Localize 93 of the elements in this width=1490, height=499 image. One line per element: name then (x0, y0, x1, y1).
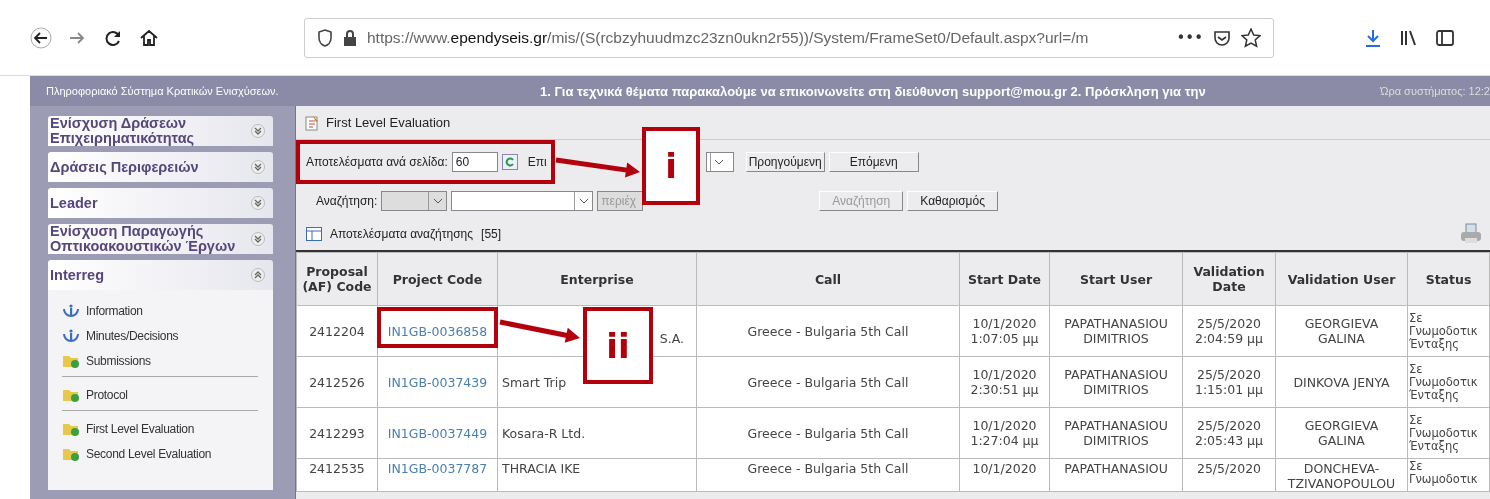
menu-item[interactable]: Second Level Evaluation (62, 441, 273, 466)
info-icon (62, 302, 80, 319)
column-header[interactable]: Validation User (1275, 252, 1408, 306)
page-size-label: Αποτελέσματα ανά σελίδα: (306, 155, 448, 169)
callout-label: i (642, 127, 700, 205)
menu-section-header[interactable]: Leader (48, 188, 273, 218)
column-header[interactable]: Status (1407, 252, 1490, 306)
expand-icon[interactable] (251, 124, 265, 138)
next-button[interactable]: Επόμενη (828, 152, 919, 172)
table-cell: 25/5/2020 1:15:01 μμ (1182, 356, 1276, 408)
project-code-link[interactable]: IN1GB-0037439 (377, 356, 498, 408)
announcement-text: 1. Για τεχνικά θέματα παρακαλούμε να επικοινωνείτε στη διεύθυνση support@mou.gr 2. Πρόσκληση για την (540, 83, 1207, 99)
table-cell: 10/1/2020 (959, 458, 1050, 492)
menu-item[interactable]: Submissions (62, 348, 273, 373)
table-cell: 2412293 (296, 407, 378, 459)
page-dropdown[interactable] (705, 152, 734, 172)
table-cell: PAPATHANASIOU (1049, 458, 1183, 492)
previous-button[interactable]: Προηγούμενη (745, 152, 825, 172)
menu-item[interactable]: Protocol (62, 382, 273, 407)
table-cell: GEORGIEVA GALINA (1275, 407, 1408, 459)
star-icon[interactable] (1241, 27, 1261, 48)
column-header[interactable]: Enterprise (497, 252, 697, 306)
column-header[interactable]: Project Code (377, 252, 498, 306)
table-cell: 10/1/2020 1:07:05 μμ (959, 305, 1050, 357)
table-cell: DONCHEVA-TZIVANOPOULOU (1275, 458, 1408, 492)
menu-section-header[interactable]: Δράσεις Περιφερειών (48, 152, 273, 182)
table-cell: Greece - Bulgaria 5th Call (696, 407, 960, 459)
table-cell: 25/5/2020 2:05:43 μμ (1182, 407, 1276, 459)
caret-icon[interactable] (432, 198, 443, 204)
table-cell: Greece - Bulgaria 5th Call (696, 305, 960, 357)
table-cell: Kosara-R Ltd. (497, 407, 697, 459)
page-size-field[interactable]: 60 (451, 152, 498, 172)
table-cell: 25/5/2020 (1182, 458, 1276, 492)
table-cell: DINKOVA JENYA (1275, 356, 1408, 408)
lock-icon[interactable] (343, 29, 357, 46)
expand-icon[interactable] (251, 232, 265, 246)
column-header[interactable]: Proposal (AF) Code (296, 252, 378, 306)
value-dropdown[interactable] (451, 191, 594, 211)
table-cell: Σε Γνωμοδοτικ (1407, 458, 1490, 492)
table-cell: Σε Γνωμοδοτικ Ένταξης (1407, 356, 1490, 408)
field-dropdown[interactable] (381, 191, 448, 211)
table-cell: PAPATHANASIOU DIMITRIOS (1049, 356, 1183, 408)
table-cell: Σε Γνωμοδοτικ Ένταξης (1407, 305, 1490, 357)
more-button[interactable]: ••• (1176, 28, 1203, 47)
table-cell: PAPATHANASIOU DIMITRIOS (1049, 407, 1183, 459)
table-cell: 10/1/2020 2:30:51 μμ (959, 356, 1050, 408)
project-code-link[interactable]: IN1GB-0037449 (377, 407, 498, 459)
table-icon (306, 227, 322, 241)
menu-section-header[interactable]: Ενίσχυση Παραγωγής Οπτικοακουστικών Έργων (48, 224, 273, 254)
expand-icon[interactable] (251, 196, 265, 210)
caret-icon[interactable] (578, 198, 589, 204)
project-code-link[interactable]: IN1GB-0036858 (377, 305, 498, 357)
table-cell: 25/5/2020 2:04:59 μμ (1182, 305, 1276, 357)
menu-section-header[interactable]: Ενίσχυση Δράσεων Επιχειρηματικότητας (48, 116, 273, 146)
form-icon (304, 114, 320, 131)
table-cell: 2412204 (296, 305, 378, 357)
table-cell: 10/1/2020 1:27:04 μμ (959, 407, 1050, 459)
menu-item[interactable]: First Level Evaluation (62, 416, 273, 441)
menu-item[interactable]: Minutes/Decisions (62, 323, 273, 348)
refresh-icon[interactable] (501, 154, 518, 170)
page-label: Επι (527, 155, 547, 169)
table-cell: Greece - Bulgaria 5th Call (696, 458, 960, 492)
table-cell: Greece - Bulgaria 5th Call (696, 356, 960, 408)
column-header[interactable]: Start Date (959, 252, 1050, 306)
expand-icon[interactable] (251, 160, 265, 174)
table-cell: THRACIA IKE (497, 458, 697, 492)
results-count: [55] (481, 227, 502, 241)
results-label: Αποτελέσματα αναζήτησης (330, 227, 474, 241)
column-header[interactable]: Start User (1049, 252, 1183, 306)
system-title: Πληροφοριακό Σύστημα Κρατικών Ενισχύσεων. (45, 85, 280, 97)
clear-button[interactable]: Καθαρισμός (907, 191, 998, 211)
search-label: Αναζήτηση: (316, 194, 378, 208)
info-icon (62, 327, 80, 344)
pocket-icon[interactable] (1213, 28, 1231, 47)
system-clock: Ώρα συστήματος: 12:2 (1380, 85, 1490, 97)
column-header[interactable]: Validation Date (1182, 252, 1276, 306)
back-icon[interactable] (30, 26, 52, 49)
table-cell: PAPATHANASIOU DIMITRIOS (1049, 305, 1183, 357)
menu-section-header[interactable]: Interreg (48, 260, 273, 290)
collapse-icon[interactable] (251, 268, 265, 282)
table-cell: GEORGIEVA GALINA (1275, 305, 1408, 357)
shield-icon[interactable] (317, 28, 333, 47)
column-header[interactable]: Call (696, 252, 960, 306)
menu-item[interactable]: Information (62, 298, 273, 323)
caret-icon[interactable] (714, 159, 725, 165)
table-cell: Σε Γνωμοδοτικ Ένταξης (1407, 407, 1490, 459)
address-bar[interactable]: https://www.ependyseis.gr/mis/(S(rcbzyhuudmzc23zn0ukn2r55))/System/FrameSet0/Default.aspx?url=/m ••• (304, 17, 1274, 58)
callout-label: ii (583, 307, 653, 384)
url-text: https://www.ependyseis.gr/mis/(S(rcbzyhuudmzc23zn0ukn2r55))/System/FrameSet0/Default.aspx?url=/m (367, 28, 1090, 47)
page-title: First Level Evaluation (326, 115, 451, 130)
table-cell: 2412526 (296, 356, 378, 408)
table-cell: 2412535 (296, 458, 378, 492)
project-code-link[interactable]: IN1GB-0037787 (377, 458, 498, 492)
